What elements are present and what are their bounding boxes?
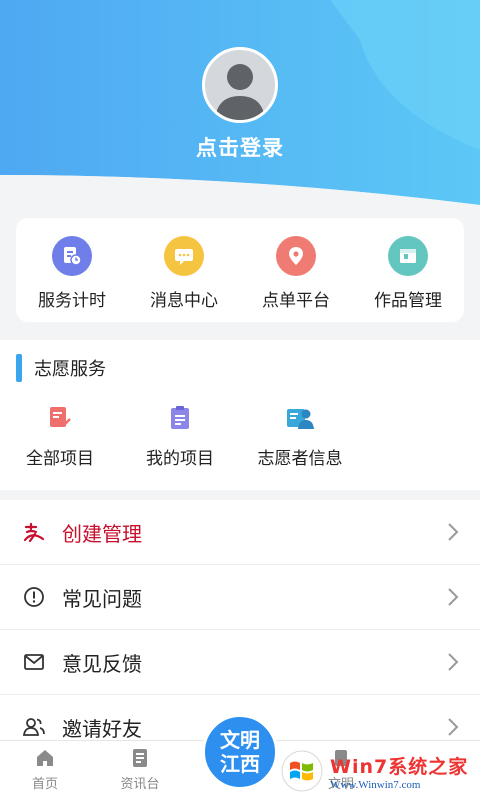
volunteer-item-label: 志愿者信息 xyxy=(257,449,343,469)
quick-actions-card: 服务计时 消息中心 点单平台 作品管理 xyxy=(16,218,464,322)
quick-action-service-timer[interactable]: 服务计时 xyxy=(16,218,128,322)
volunteer-item-volunteer-info[interactable]: 志愿者信息 xyxy=(240,404,360,469)
profile-header: 点击登录 xyxy=(0,0,480,240)
chevron-right-icon xyxy=(448,718,459,736)
volunteer-item-my-projects[interactable]: 我的项目 xyxy=(120,404,240,469)
works-box-icon xyxy=(388,236,428,276)
section-title: 志愿服务 xyxy=(34,359,106,380)
menu-item-label: 创建管理 xyxy=(62,521,142,546)
quick-action-label: 点单平台 xyxy=(262,291,330,311)
menu-item-label: 邀请好友 xyxy=(62,716,142,741)
timer-document-icon xyxy=(52,236,92,276)
wenming-jiangxi-logo-button[interactable]: 文明 江西 xyxy=(202,714,278,790)
menu-item-feedback[interactable]: 意见反馈 xyxy=(0,630,480,695)
tab-home[interactable]: 首页 xyxy=(0,747,90,792)
news-icon xyxy=(133,749,147,767)
volunteer-service-section: 志愿服务 全部项目 我的项目 志愿者信息 xyxy=(0,340,480,490)
logo-text-top: 文明 xyxy=(220,728,260,752)
volunteer-item-label: 我的项目 xyxy=(146,449,214,469)
menu-item-faq[interactable]: 常见问题 xyxy=(0,565,480,630)
quick-action-label: 服务计时 xyxy=(38,291,106,311)
section-accent-bar xyxy=(16,354,22,382)
quick-action-works-manage[interactable]: 作品管理 xyxy=(352,218,464,322)
tab-news[interactable]: 资讯台 xyxy=(95,747,185,792)
invite-friends-icon xyxy=(20,713,48,741)
faq-icon xyxy=(20,583,48,611)
my-projects-icon xyxy=(166,404,194,432)
menu-item-create-manage[interactable]: 创建管理 xyxy=(0,500,480,565)
volunteer-info-icon xyxy=(286,404,314,432)
home-icon xyxy=(37,750,53,766)
site-watermark: Win7系统之家 Www.Winwin7.com xyxy=(280,744,478,798)
chevron-right-icon xyxy=(448,588,459,606)
quick-action-order-platform[interactable]: 点单平台 xyxy=(240,218,352,322)
feedback-mail-icon xyxy=(20,648,48,676)
watermark-url: Www.Winwin7.com xyxy=(330,778,421,791)
location-pin-icon xyxy=(276,236,316,276)
menu-item-label: 常见问题 xyxy=(62,586,142,611)
all-projects-icon xyxy=(46,404,74,432)
watermark-title: Win7系统之家 xyxy=(330,755,469,778)
message-icon xyxy=(164,236,204,276)
section-title-row: 志愿服务 xyxy=(16,354,106,382)
quick-action-label: 作品管理 xyxy=(374,291,442,311)
create-manage-icon xyxy=(20,518,48,546)
quick-action-message-center[interactable]: 消息中心 xyxy=(128,218,240,322)
login-link[interactable]: 点击登录 xyxy=(0,132,480,162)
tab-label: 资讯台 xyxy=(120,777,160,792)
chevron-right-icon xyxy=(448,523,459,541)
menu-item-label: 意见反馈 xyxy=(62,651,142,676)
volunteer-item-label: 全部项目 xyxy=(26,449,94,469)
quick-action-label: 消息中心 xyxy=(150,291,218,311)
volunteer-item-all-projects[interactable]: 全部项目 xyxy=(0,404,120,469)
chevron-right-icon xyxy=(448,653,459,671)
tab-label: 首页 xyxy=(31,777,58,792)
user-avatar-icon[interactable] xyxy=(202,47,278,123)
logo-text-bottom: 江西 xyxy=(220,752,260,776)
windows-logo-icon xyxy=(281,750,323,792)
